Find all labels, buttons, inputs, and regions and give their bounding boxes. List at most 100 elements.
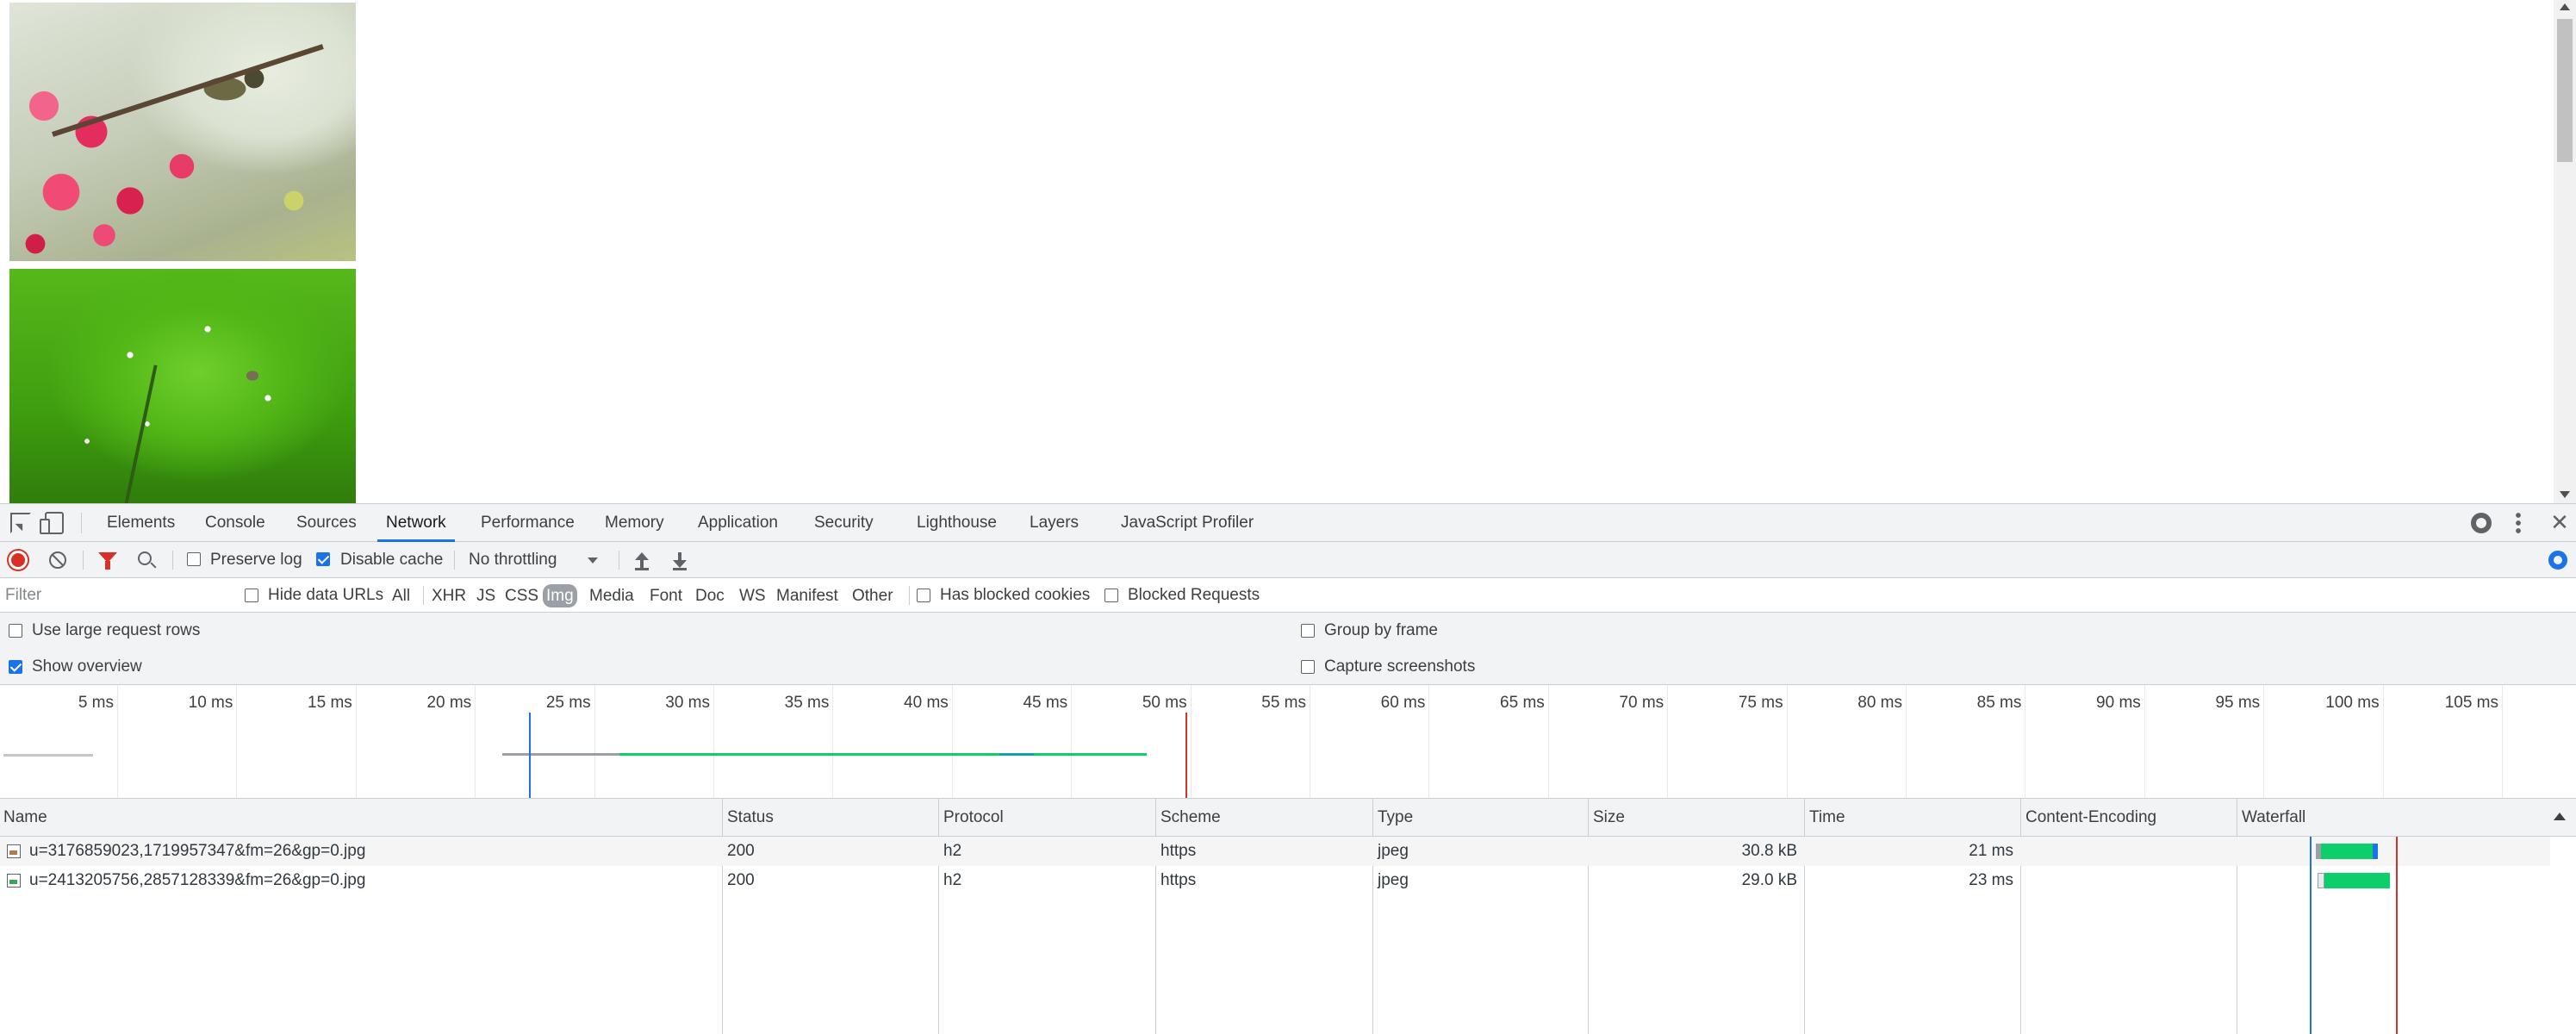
device-toolbar-icon[interactable]	[40, 512, 64, 534]
request-time: 23 ms	[1969, 871, 2013, 889]
waterfall-waiting-bar	[2318, 873, 2324, 888]
request-type: jpeg	[1378, 842, 1409, 860]
hide-data-urls-checkbox[interactable]	[245, 589, 258, 602]
has-blocked-cookies-checkbox[interactable]	[917, 589, 930, 602]
show-overview-checkbox[interactable]	[9, 660, 22, 674]
overview-tick-label: 20 ms	[426, 694, 472, 712]
type-filter-js[interactable]: JS	[473, 584, 499, 607]
close-icon[interactable]: ✕	[2548, 511, 2571, 533]
waterfall-load-line	[2396, 837, 2398, 1034]
record-icon[interactable]	[9, 551, 28, 570]
blocked-requests-checkbox[interactable]	[1104, 589, 1118, 602]
tab-elements[interactable]: Elements	[107, 504, 175, 541]
capture-screenshots-label[interactable]: Capture screenshots	[1324, 649, 1475, 685]
disable-cache-checkbox[interactable]	[316, 552, 330, 566]
column-header-content-encoding[interactable]: Content-Encoding	[2022, 799, 2156, 837]
throttling-select[interactable]: No throttling	[469, 542, 603, 578]
export-har-icon[interactable]	[671, 551, 688, 570]
type-filter-img[interactable]: Img	[543, 584, 577, 607]
request-protocol: h2	[943, 871, 962, 889]
more-options-icon[interactable]	[2516, 513, 2521, 533]
overview-grid-line	[2263, 685, 2265, 798]
scroll-up-icon[interactable]	[2560, 3, 2570, 10]
tab-layers[interactable]: Layers	[1030, 504, 1079, 541]
type-filter-manifest[interactable]: Manifest	[773, 584, 842, 607]
capture-screenshots-checkbox[interactable]	[1301, 660, 1315, 674]
network-overview[interactable]: 5 ms 10 ms 15 ms 20 ms 25 ms 30 ms 35 ms 40 ms 4…	[0, 685, 2576, 799]
type-filter-media[interactable]: Media	[586, 584, 638, 607]
tab-memory[interactable]: Memory	[605, 504, 664, 541]
preserve-log-checkbox[interactable]	[187, 552, 201, 566]
preserve-log-label[interactable]: Preserve log	[210, 542, 302, 578]
tab-application[interactable]: Application	[698, 504, 778, 541]
type-filter-css[interactable]: CSS	[501, 584, 542, 607]
type-filter-font[interactable]: Font	[646, 584, 686, 607]
gear-icon[interactable]	[2471, 513, 2492, 533]
type-filter-all[interactable]: All	[389, 584, 414, 607]
tab-performance[interactable]: Performance	[481, 504, 575, 541]
page-viewport	[0, 0, 2576, 503]
overview-grid-line	[1190, 685, 1192, 798]
type-filter-ws[interactable]: WS	[736, 584, 769, 607]
column-header-status[interactable]: Status	[724, 799, 774, 837]
tab-network[interactable]: Network	[377, 504, 455, 542]
tab-sources[interactable]: Sources	[296, 504, 357, 541]
tab-console[interactable]: Console	[205, 504, 265, 541]
filter-input[interactable]	[0, 582, 226, 609]
overview-tick-label: 60 ms	[1380, 694, 1426, 712]
column-divider	[1155, 799, 1156, 1034]
inspect-element-icon[interactable]	[10, 513, 31, 533]
type-filter-xhr[interactable]: XHR	[428, 584, 470, 607]
page-scroll-thumb[interactable]	[2557, 19, 2573, 162]
overview-tick-label: 90 ms	[2096, 694, 2141, 712]
has-blocked-cookies-label[interactable]: Has blocked cookies	[940, 578, 1090, 613]
show-overview-label[interactable]: Show overview	[32, 649, 142, 685]
column-header-protocol[interactable]: Protocol	[940, 799, 1004, 837]
clear-icon[interactable]	[49, 551, 66, 569]
waterfall-download-bar	[2321, 844, 2373, 859]
type-filter-other[interactable]: Other	[849, 584, 897, 607]
use-large-rows-label[interactable]: Use large request rows	[32, 613, 200, 649]
search-icon[interactable]	[138, 551, 152, 565]
column-header-type[interactable]: Type	[1374, 799, 1413, 837]
request-name[interactable]: u=2413205756,2857128339&fm=26&gp=0.jpg	[26, 866, 715, 895]
divider	[83, 551, 84, 570]
network-settings-icon[interactable]	[2548, 551, 2567, 570]
request-name[interactable]: u=3176859023,1719957347&fm=26&gp=0.jpg	[26, 837, 715, 866]
group-by-frame-checkbox[interactable]	[1301, 624, 1315, 638]
chevron-down-icon[interactable]	[588, 557, 598, 564]
column-header-name[interactable]: Name	[0, 799, 47, 837]
page-scrollbar[interactable]	[2554, 0, 2576, 503]
sort-ascending-icon[interactable]	[2554, 813, 2566, 820]
overview-grid-line	[355, 685, 357, 798]
group-by-frame-label[interactable]: Group by frame	[1324, 613, 1438, 649]
overview-tick-label: 11	[2514, 685, 2576, 721]
overview-grid-line	[1786, 685, 1788, 798]
type-filter-doc[interactable]: Doc	[692, 584, 728, 607]
tab-lighthouse[interactable]: Lighthouse	[917, 504, 997, 541]
column-header-size[interactable]: Size	[1590, 799, 1625, 837]
import-har-icon[interactable]	[633, 551, 650, 570]
table-row[interactable]: u=3176859023,1719957347&fm=26&gp=0.jpg 2…	[0, 837, 2550, 866]
request-size: 30.8 kB	[1741, 842, 1797, 860]
use-large-rows-checkbox[interactable]	[9, 624, 22, 638]
column-header-scheme[interactable]: Scheme	[1157, 799, 1221, 837]
request-status: 200	[727, 871, 755, 889]
table-row[interactable]: u=2413205756,2857128339&fm=26&gp=0.jpg 2…	[0, 866, 2550, 895]
overview-waiting-bar	[502, 753, 619, 756]
overview-tick-label: 85 ms	[1976, 694, 2022, 712]
request-scheme: https	[1160, 842, 1197, 860]
tab-security[interactable]: Security	[814, 504, 874, 541]
hide-data-urls-label[interactable]: Hide data URLs	[268, 578, 383, 613]
filter-icon[interactable]	[98, 552, 117, 570]
disable-cache-label[interactable]: Disable cache	[340, 542, 443, 578]
column-header-waterfall[interactable]: Waterfall	[2238, 799, 2305, 837]
scroll-down-icon[interactable]	[2560, 491, 2570, 498]
overview-grid-line	[117, 685, 118, 798]
table-scrollbar[interactable]	[2552, 837, 2576, 1034]
column-header-time[interactable]: Time	[1806, 799, 1845, 837]
blocked-requests-label[interactable]: Blocked Requests	[1128, 578, 1260, 613]
overview-tick-label: 55 ms	[1261, 694, 1306, 712]
overview-tick-label: 80 ms	[1857, 694, 1902, 712]
tab-javascript-profiler[interactable]: JavaScript Profiler	[1121, 504, 1254, 541]
